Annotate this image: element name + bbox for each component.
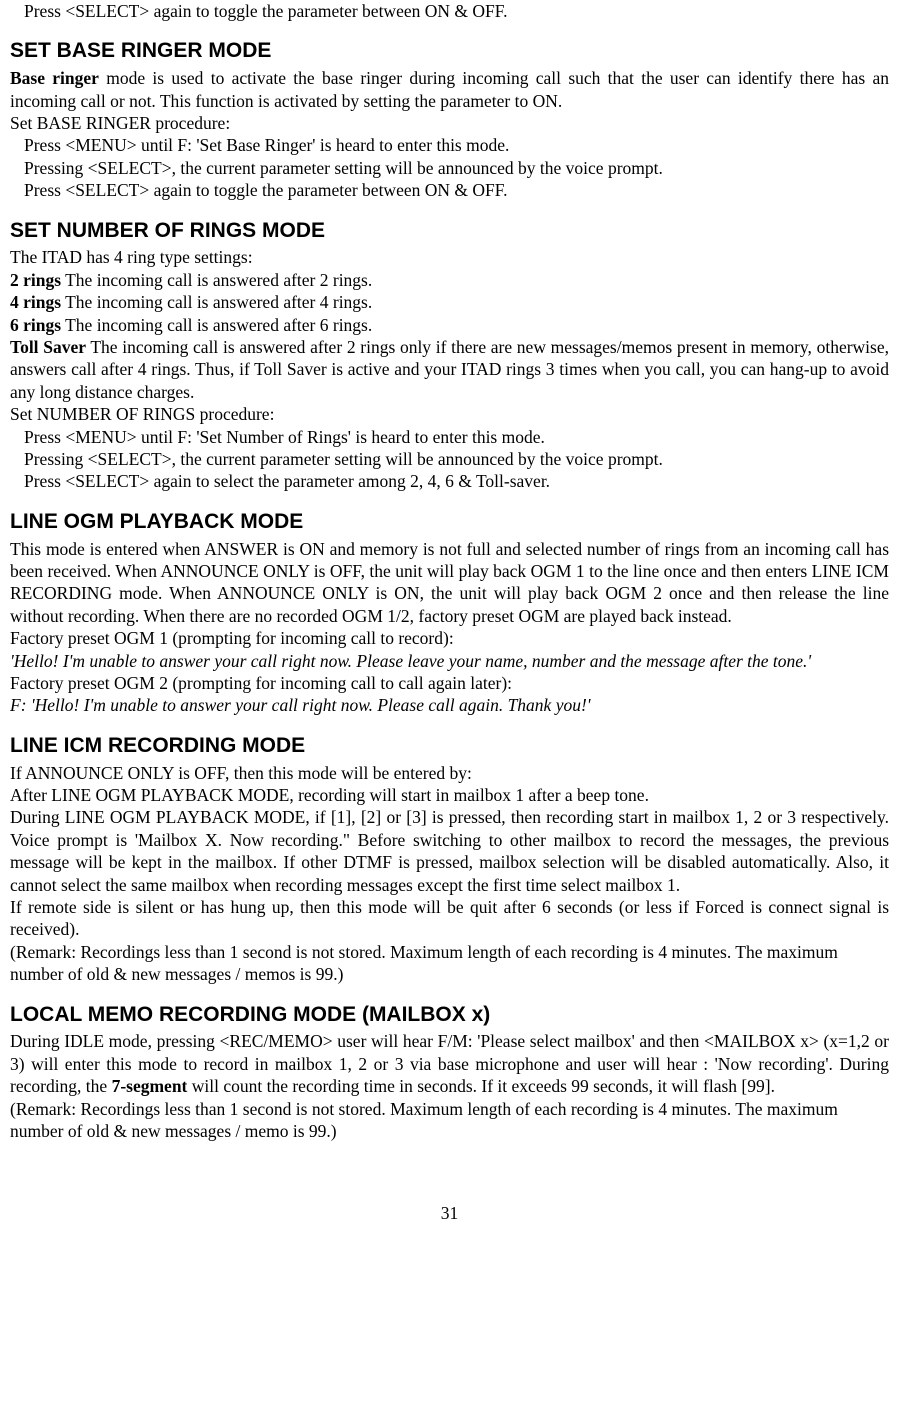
num-rings-4-rest: The incoming call is answered after 4 ri… bbox=[61, 292, 372, 312]
local-memo-7segment-bold: 7-segment bbox=[112, 1076, 188, 1096]
page-number: 31 bbox=[10, 1202, 889, 1224]
ogm-playback-p1: This mode is entered when ANSWER is ON a… bbox=[10, 538, 889, 628]
heading-local-memo-recording: LOCAL MEMO RECORDING MODE (MAILBOX x) bbox=[10, 1002, 889, 1029]
intro-fragment: Press <SELECT> again to toggle the param… bbox=[10, 0, 889, 22]
heading-line-icm-recording: LINE ICM RECORDING MODE bbox=[10, 733, 889, 760]
base-ringer-proc-title: Set BASE RINGER procedure: bbox=[10, 112, 889, 134]
num-rings-6: 6 rings The incoming call is answered af… bbox=[10, 314, 889, 336]
ogm1-message: 'Hello! I'm unable to answer your call r… bbox=[10, 650, 889, 672]
base-ringer-step-1: Press <MENU> until F: 'Set Base Ringer' … bbox=[10, 134, 889, 156]
base-ringer-step-2: Pressing <SELECT>, the current parameter… bbox=[10, 157, 889, 179]
heading-line-ogm-playback: LINE OGM PLAYBACK MODE bbox=[10, 509, 889, 536]
num-rings-intro: The ITAD has 4 ring type settings: bbox=[10, 246, 889, 268]
ogm2-label: Factory preset OGM 2 (prompting for inco… bbox=[10, 672, 889, 694]
base-ringer-step-3: Press <SELECT> again to toggle the param… bbox=[10, 179, 889, 201]
icm-remark: (Remark: Recordings less than 1 second i… bbox=[10, 941, 889, 986]
num-rings-step-3: Press <SELECT> again to select the param… bbox=[10, 470, 889, 492]
icm-p1: If ANNOUNCE ONLY is OFF, then this mode … bbox=[10, 762, 889, 784]
local-memo-p1: During IDLE mode, pressing <REC/MEMO> us… bbox=[10, 1030, 889, 1097]
num-rings-2-rest: The incoming call is answered after 2 ri… bbox=[61, 270, 372, 290]
num-rings-proc-title: Set NUMBER OF RINGS procedure: bbox=[10, 403, 889, 425]
num-rings-ts-bold: Toll Saver bbox=[10, 337, 86, 357]
local-memo-p1-b: will count the recording time in seconds… bbox=[187, 1076, 775, 1096]
num-rings-2: 2 rings The incoming call is answered af… bbox=[10, 269, 889, 291]
num-rings-6-rest: The incoming call is answered after 6 ri… bbox=[61, 315, 372, 335]
base-ringer-rest: mode is used to activate the base ringer… bbox=[10, 68, 889, 110]
local-memo-remark: (Remark: Recordings less than 1 second i… bbox=[10, 1098, 889, 1143]
heading-set-number-of-rings: SET NUMBER OF RINGS MODE bbox=[10, 218, 889, 245]
base-ringer-intro: Base ringer mode is used to activate the… bbox=[10, 67, 889, 112]
heading-set-base-ringer: SET BASE RINGER MODE bbox=[10, 38, 889, 65]
num-rings-ts-rest: The incoming call is answered after 2 ri… bbox=[10, 337, 889, 402]
icm-p4: If remote side is silent or has hung up,… bbox=[10, 896, 889, 941]
icm-p2: After LINE OGM PLAYBACK MODE, recording … bbox=[10, 784, 889, 806]
ogm2-message: F: 'Hello! I'm unable to answer your cal… bbox=[10, 694, 889, 716]
ogm1-label: Factory preset OGM 1 (prompting for inco… bbox=[10, 627, 889, 649]
num-rings-tollsaver: Toll Saver The incoming call is answered… bbox=[10, 336, 889, 403]
base-ringer-bold: Base ringer bbox=[10, 68, 99, 88]
icm-p3: During LINE OGM PLAYBACK MODE, if [1], [… bbox=[10, 806, 889, 896]
num-rings-6-bold: 6 rings bbox=[10, 315, 61, 335]
num-rings-2-bold: 2 rings bbox=[10, 270, 61, 290]
num-rings-step-1: Press <MENU> until F: 'Set Number of Rin… bbox=[10, 426, 889, 448]
num-rings-4: 4 rings The incoming call is answered af… bbox=[10, 291, 889, 313]
num-rings-4-bold: 4 rings bbox=[10, 292, 61, 312]
num-rings-step-2: Pressing <SELECT>, the current parameter… bbox=[10, 448, 889, 470]
